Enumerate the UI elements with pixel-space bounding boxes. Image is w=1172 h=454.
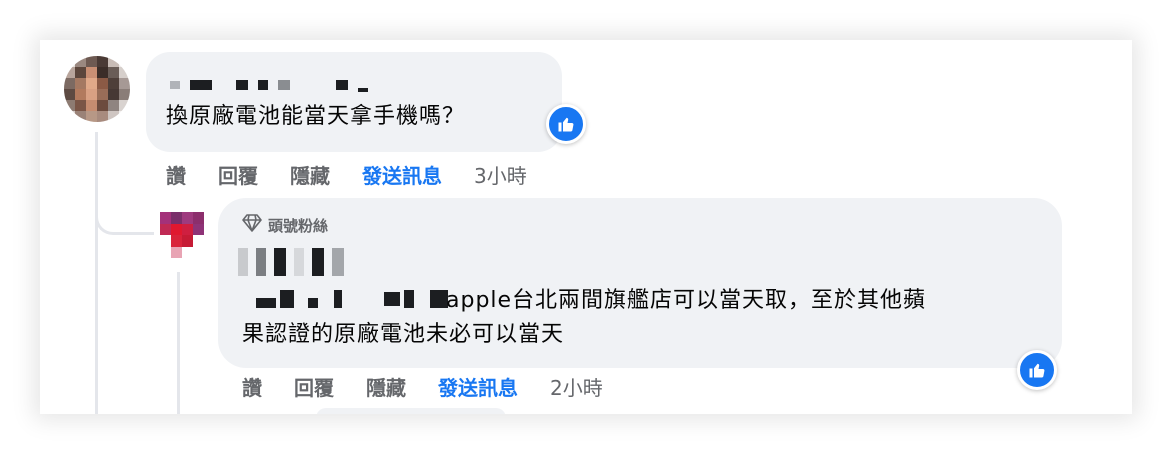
timestamp[interactable]: 2小時 <box>550 372 603 401</box>
like-icon[interactable] <box>1017 350 1057 390</box>
badge-label: 頭號粉絲 <box>268 216 329 235</box>
top-fan-badge: 頭號粉絲 <box>242 214 328 236</box>
comment-thread: 換原廠電池能當天拿手機嗎？ 讚 回覆 隱藏 發送訊息 3小時 頭號粉絲 appl… <box>40 40 1132 414</box>
like-button[interactable]: 讚 <box>166 160 186 189</box>
avatar[interactable] <box>160 212 204 258</box>
hide-button[interactable]: 隱藏 <box>366 372 406 401</box>
comment-text-line1: apple台北兩間旗艦店可以當天取，至於其他蘋 <box>446 288 927 313</box>
reply-button[interactable]: 回覆 <box>294 372 334 401</box>
reply-bubble: 頭號粉絲 apple台北兩間旗艦店可以當天取，至於其他蘋 果認證的原廠電池未必可… <box>218 198 1062 368</box>
comment-bubble: 換原廠電池能當天拿手機嗎？ <box>146 52 562 152</box>
like-icon[interactable] <box>546 104 586 144</box>
redacted-text <box>256 290 448 308</box>
send-message-button[interactable]: 發送訊息 <box>438 372 518 401</box>
reply-thread-line <box>177 272 180 414</box>
hide-button[interactable]: 隱藏 <box>290 160 330 189</box>
avatar[interactable] <box>64 56 130 122</box>
diamond-icon <box>242 214 262 236</box>
reply-actions: 讚 回覆 隱藏 發送訊息 2小時 <box>242 372 603 401</box>
reply-button[interactable]: 回覆 <box>218 160 258 189</box>
next-comment-bubble <box>316 408 506 414</box>
comment-text: 換原廠電池能當天拿手機嗎？ <box>166 104 466 129</box>
send-message-button[interactable]: 發送訊息 <box>362 160 442 189</box>
reply-connector <box>95 180 154 235</box>
comment-actions: 讚 回覆 隱藏 發送訊息 3小時 <box>166 160 527 189</box>
comment-text-line2: 果認證的原廠電池未必可以當天 <box>242 322 565 347</box>
thread-line <box>95 132 98 414</box>
commenter-name[interactable] <box>170 78 368 92</box>
commenter-name[interactable] <box>238 248 344 276</box>
timestamp[interactable]: 3小時 <box>474 160 527 189</box>
like-button[interactable]: 讚 <box>242 372 262 401</box>
